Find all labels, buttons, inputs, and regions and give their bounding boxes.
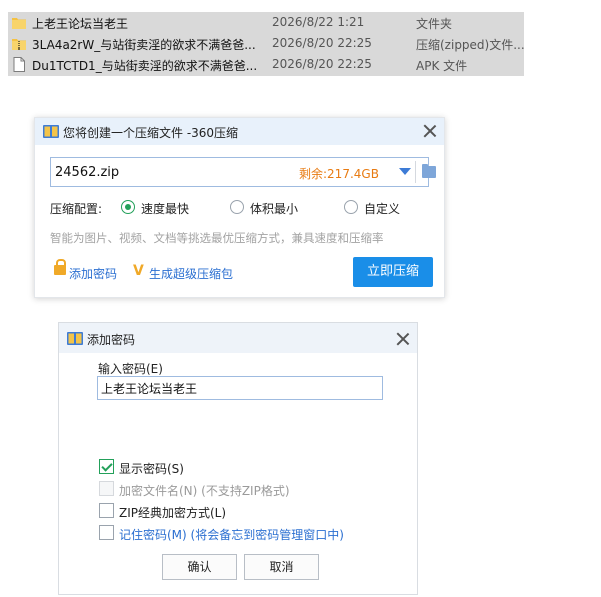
close-icon[interactable] xyxy=(395,331,411,347)
show-password-label[interactable]: 显示密码(S) xyxy=(119,460,184,477)
file-date: 2026/8/20 22:25 xyxy=(272,36,372,50)
radio-custom-label[interactable]: 自定义 xyxy=(364,200,400,217)
remember-password-checkbox[interactable] xyxy=(99,525,114,540)
compress-hint: 智能为图片、视频、文档等挑选最优压缩方式，兼具速度和压缩率 xyxy=(50,231,384,245)
add-password-dialog: 添加密码 输入密码(E) 显示密码(S) 加密文件名(N) (不支持ZIP格式)… xyxy=(58,322,418,595)
password-dialog-title: 添加密码 xyxy=(87,333,136,347)
file-row-apk[interactable]: Du1TCTD1_与站街卖淫的欲求不满爸爸... 2026/8/20 22:25… xyxy=(8,54,524,75)
password-dialog-titlebar[interactable]: 添加密码 xyxy=(59,323,417,353)
encrypt-filenames-checkbox xyxy=(99,481,114,496)
password-input-label: 输入密码(E) xyxy=(98,362,163,376)
show-password-checkbox[interactable] xyxy=(99,459,114,474)
zip-classic-encryption-checkbox[interactable] xyxy=(99,503,114,518)
radio-fastest[interactable] xyxy=(121,200,135,214)
file-name: 3LA4a2rW_与站街卖淫的欲求不满爸爸... xyxy=(32,38,256,52)
divider xyxy=(415,161,416,183)
password-input[interactable] xyxy=(97,376,383,400)
file-name: Du1TCTD1_与站街卖淫的欲求不满爸爸... xyxy=(32,59,258,73)
super-archive-link[interactable]: 生成超级压缩包 xyxy=(149,265,233,282)
file-date: 2026/8/20 22:25 xyxy=(272,57,372,71)
file-row-folder[interactable]: 上老王论坛当老王 2026/8/22 1:21 文件夹 xyxy=(8,12,524,33)
file-icon xyxy=(13,57,25,72)
radio-custom[interactable] xyxy=(344,200,358,214)
archive-filename[interactable]: 24562.zip xyxy=(55,165,119,180)
close-icon[interactable] xyxy=(422,123,438,139)
file-date: 2026/8/22 1:21 xyxy=(272,15,365,29)
compress-config-label: 压缩配置: xyxy=(50,202,103,216)
ok-button[interactable]: 确认 xyxy=(162,554,237,580)
free-space-label: 剩余:217.4GB xyxy=(299,167,379,181)
file-name: 上老王论坛当老王 xyxy=(32,17,129,31)
archive-path-field[interactable]: 24562.zip 剩余:217.4GB xyxy=(50,157,436,187)
add-password-link[interactable]: 添加密码 xyxy=(69,265,117,282)
compress-now-button[interactable]: 立即压缩 xyxy=(353,257,433,287)
radio-smallest-label[interactable]: 体积最小 xyxy=(250,200,298,217)
file-type: 压缩(zipped)文件... xyxy=(416,38,525,52)
zip-classic-encryption-label[interactable]: ZIP经典加密方式(L) xyxy=(119,504,226,521)
file-type: APK 文件 xyxy=(416,59,468,73)
compress-dialog-titlebar[interactable]: 您将创建一个压缩文件 -360压缩 xyxy=(35,118,444,145)
radio-smallest[interactable] xyxy=(230,200,244,214)
remember-password-label[interactable]: 记住密码(M) (将会备忘到密码管理窗口中) xyxy=(119,526,344,543)
compress-dialog-title: 您将创建一个压缩文件 -360压缩 xyxy=(63,126,239,140)
lock-icon[interactable] xyxy=(54,259,66,275)
file-type: 文件夹 xyxy=(416,17,453,31)
zip-folder-icon xyxy=(12,39,26,50)
file-list: 上老王论坛当老王 2026/8/22 1:21 文件夹 3LA4a2rW_与站街… xyxy=(8,12,525,76)
archive-app-icon xyxy=(67,332,83,345)
encrypt-filenames-label: 加密文件名(N) (不支持ZIP格式) xyxy=(119,484,290,498)
v-badge-icon[interactable]: V xyxy=(133,263,144,279)
radio-fastest-label[interactable]: 速度最快 xyxy=(141,200,189,217)
folder-browse-icon[interactable] xyxy=(422,164,436,178)
chevron-down-icon[interactable] xyxy=(399,168,411,175)
archive-app-icon xyxy=(43,125,59,138)
folder-icon xyxy=(12,18,26,29)
cancel-button[interactable]: 取消 xyxy=(244,554,319,580)
compress-dialog: 您将创建一个压缩文件 -360压缩 24562.zip 剩余:217.4GB 压… xyxy=(34,117,445,298)
file-row-zip[interactable]: 3LA4a2rW_与站街卖淫的欲求不满爸爸... 2026/8/20 22:25… xyxy=(8,33,525,54)
